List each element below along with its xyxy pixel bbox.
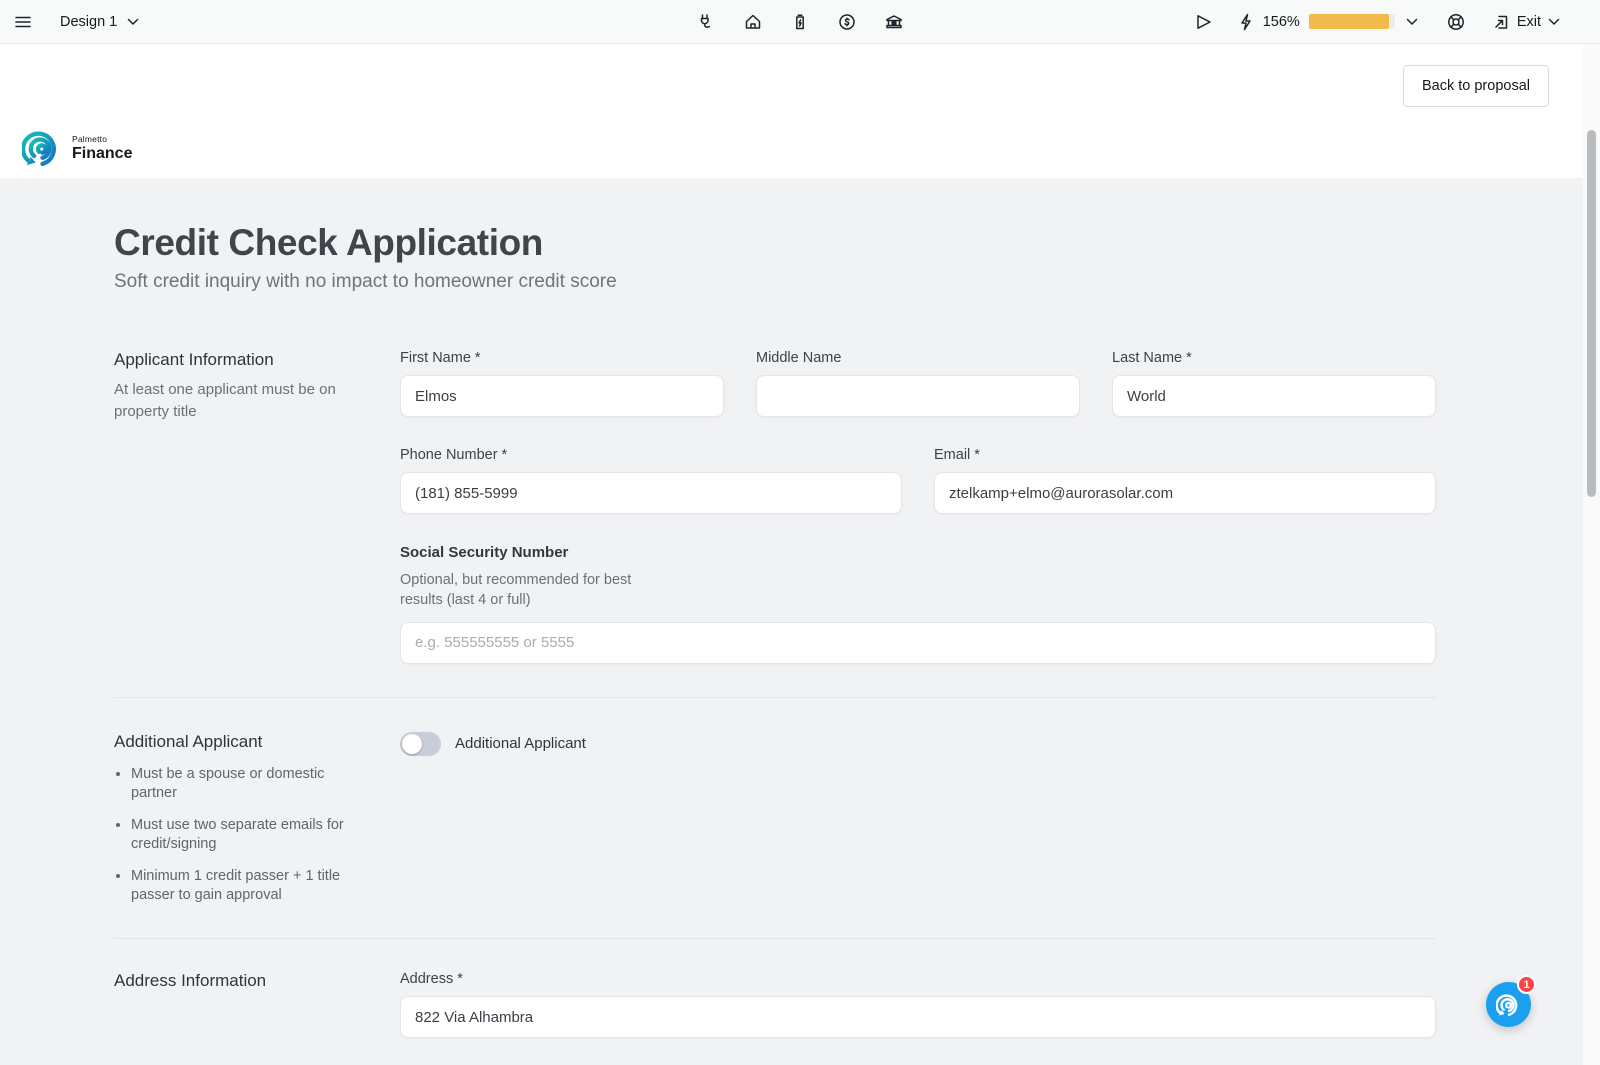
pricing-button[interactable] [835,10,859,34]
additional-applicant-rules: Must be a spouse or domestic partner Mus… [131,765,361,906]
chat-notification-badge: 1 [1517,975,1536,994]
middle-name-input[interactable] [756,375,1080,417]
credit-check-page: Credit Check Application Soft credit inq… [0,178,1600,1065]
hamburger-menu-button[interactable] [12,11,34,33]
first-name-label: First Name * [400,350,724,366]
performance-group: 156% [1239,13,1420,31]
hamburger-icon [14,13,32,31]
performance-expand-button[interactable] [1404,16,1420,28]
logo-brand: Palmetto [72,134,132,144]
chat-launcher-button[interactable]: 1 [1486,982,1531,1027]
coin-dollar-icon [837,12,857,32]
help-button[interactable] [1444,10,1468,34]
logo-text: Palmetto Finance [72,134,132,163]
performance-bar [1309,14,1395,29]
additional-applicant-toggle-label: Additional Applicant [455,735,586,752]
phone-label: Phone Number * [400,447,902,463]
rule-item: Must be a spouse or domestic partner [131,765,361,803]
bank-icon [884,12,904,32]
address-input[interactable] [400,996,1436,1038]
email-input[interactable] [934,472,1436,514]
additional-applicant-toggle[interactable] [400,732,441,756]
email-label: Email * [934,447,1436,463]
help-lifebuoy-icon [1446,12,1466,32]
email-field-group: Email * [934,447,1436,514]
plug-icon [696,12,716,32]
applicant-information-section: Applicant Information At least one appli… [114,350,1436,664]
design-selector[interactable]: Design 1 [60,14,139,30]
middle-name-label: Middle Name [756,350,1080,366]
ssn-label: Social Security Number [400,544,1436,561]
chevron-down-icon [1406,18,1418,26]
financing-button[interactable] [882,10,906,34]
address-information-section: Address Information Address * City * Sta… [114,971,1436,1065]
chevron-down-icon [127,18,139,26]
address-label: Address * [400,971,1436,987]
back-to-proposal-button[interactable]: Back to proposal [1403,65,1549,107]
exit-label: Exit [1517,14,1541,30]
last-name-label: Last Name * [1112,350,1436,366]
additional-applicant-heading: Additional Applicant [114,732,376,752]
chat-logo-icon [1496,992,1522,1018]
ssn-description: Optional, but recommended for best resul… [400,570,640,611]
performance-percent: 156% [1263,14,1300,30]
ssn-input[interactable] [400,622,1436,664]
exit-icon [1492,13,1510,31]
last-name-input[interactable] [1112,375,1436,417]
scrollbar-track [1583,44,1600,1065]
last-name-field-group: Last Name * [1112,350,1436,417]
page-subtitle: Soft credit inquiry with no impact to ho… [114,271,1436,293]
scrollbar-thumb[interactable] [1587,130,1596,497]
address-field-group: Address * [400,971,1436,1038]
exit-menu[interactable]: Exit [1492,13,1560,31]
logo-product: Finance [72,145,132,163]
palmetto-finance-logo: Palmetto Finance [22,128,132,169]
home-icon [743,12,763,32]
first-name-field-group: First Name * [400,350,724,417]
bolt-icon [1239,13,1254,31]
section-divider [114,697,1436,698]
design-selector-label: Design 1 [60,14,117,30]
toggle-knob [402,734,422,754]
utility-rates-button[interactable] [694,10,718,34]
applicant-information-description: At least one applicant must be on proper… [114,379,344,423]
rule-item: Minimum 1 credit passer + 1 title passer… [131,867,361,905]
home-button[interactable] [741,10,765,34]
phone-input[interactable] [400,472,902,514]
run-simulation-button[interactable] [1193,11,1215,33]
additional-applicant-section: Additional Applicant Must be a spouse or… [114,732,1436,906]
address-information-heading: Address Information [114,971,376,991]
middle-name-field-group: Middle Name [756,350,1080,417]
chevron-down-icon [1548,18,1560,26]
toolbar: Design 1 156% [0,0,1600,44]
applicant-information-heading: Applicant Information [114,350,376,370]
page-title: Credit Check Application [114,222,1436,264]
section-divider [114,938,1436,939]
page-header: Back to proposal Palmetto Finance [0,44,1600,178]
play-icon [1195,13,1213,31]
phone-field-group: Phone Number * [400,447,902,514]
first-name-input[interactable] [400,375,724,417]
performance-bar-fill [1309,14,1389,29]
ssn-field-group: Social Security Number Optional, but rec… [400,544,1436,664]
palmetto-logo-icon [22,128,63,169]
battery-button[interactable] [788,10,812,34]
battery-icon [790,12,810,32]
rule-item: Must use two separate emails for credit/… [131,816,361,854]
